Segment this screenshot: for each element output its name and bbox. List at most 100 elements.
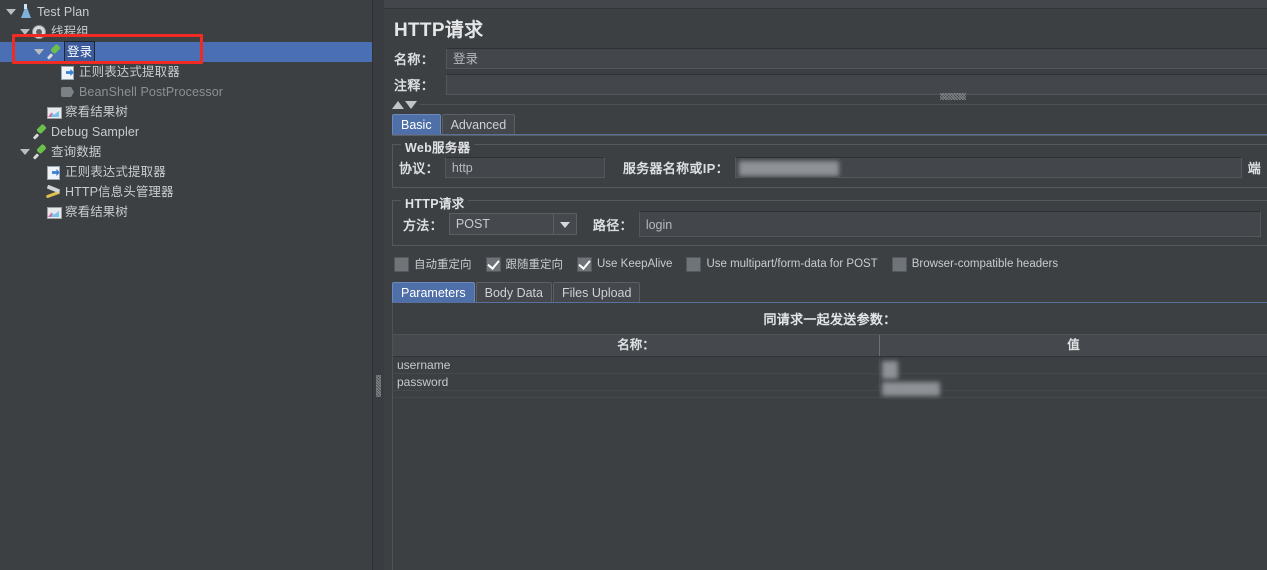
debug-sampler-icon bbox=[31, 124, 48, 140]
port-label: 端 bbox=[1247, 160, 1261, 176]
checkbox-box[interactable] bbox=[686, 256, 702, 272]
checkbox-label: 跟随重定向 bbox=[505, 259, 564, 271]
view-results-tree-icon bbox=[45, 204, 62, 220]
expand-toggle-icon[interactable] bbox=[18, 22, 31, 42]
http-sampler-icon bbox=[45, 44, 62, 60]
protocol-input[interactable]: http bbox=[444, 156, 605, 178]
tree-node-debug-sampler[interactable]: Debug Sampler bbox=[0, 122, 372, 142]
tree-node-label: BeanShell PostProcessor bbox=[79, 85, 224, 99]
expand-placeholder-icon bbox=[18, 122, 31, 142]
tree-node-regex-extractor-2[interactable]: 正则表达式提取器 bbox=[0, 162, 372, 182]
table-row[interactable]: password bbox=[393, 374, 1267, 396]
test-plan-tree-panel[interactable]: Test Plan 线程组 登录 正则表达式提取器 BeanShell Post… bbox=[0, 0, 372, 570]
name-input[interactable]: 登录 bbox=[446, 47, 1267, 69]
parameters-table: 同请求一起发送参数： 名称： 值 username password bbox=[392, 303, 1267, 570]
chevron-down-icon[interactable] bbox=[552, 214, 576, 234]
http-request-legend: HTTP请求 bbox=[401, 193, 469, 212]
cell-param-name[interactable]: password bbox=[393, 375, 880, 389]
checkbox-browser-compatible-headers[interactable]: Browser-compatible headers bbox=[891, 256, 1058, 272]
regex-extractor-icon bbox=[59, 64, 76, 80]
table-empty-row bbox=[393, 391, 1267, 398]
test-plan-icon bbox=[17, 4, 34, 20]
checkbox-use-multipart[interactable]: Use multipart/form-data for POST bbox=[686, 256, 878, 272]
web-server-group: Web服务器 协议： http 服务器名称或IP： 端 bbox=[392, 137, 1267, 188]
jmeter-window: Test Plan 线程组 登录 正则表达式提取器 BeanShell Post… bbox=[0, 0, 1267, 570]
name-field-row: 名称： 登录 bbox=[384, 46, 1267, 70]
method-path-row: 方法： POST 路径： login bbox=[399, 211, 1261, 237]
tree-list: Test Plan 线程组 登录 正则表达式提取器 BeanShell Post… bbox=[0, 0, 372, 222]
view-results-tree-icon bbox=[45, 104, 62, 120]
tree-node-query-data[interactable]: 查询数据 bbox=[0, 142, 372, 162]
checkbox-follow-redirects[interactable]: 跟随重定向 bbox=[485, 256, 564, 272]
method-label: 方法： bbox=[403, 217, 443, 233]
expand-placeholder-icon bbox=[32, 182, 45, 202]
expand-toggle-icon[interactable] bbox=[32, 42, 45, 62]
checkbox-label: 自动重定向 bbox=[414, 259, 472, 271]
method-value: POST bbox=[455, 217, 490, 231]
comment-label: 注释： bbox=[394, 77, 435, 93]
panel-topbar bbox=[384, 0, 1267, 9]
expand-placeholder-icon bbox=[32, 162, 45, 182]
header-manager-icon bbox=[45, 184, 62, 200]
tree-node-thread-group[interactable]: 线程组 bbox=[0, 22, 372, 42]
web-server-legend: Web服务器 bbox=[401, 137, 475, 156]
protocol-label: 协议： bbox=[399, 160, 439, 176]
tab-body-data[interactable]: Body Data bbox=[475, 282, 552, 303]
http-sampler-icon bbox=[31, 144, 48, 160]
tab-basic[interactable]: Basic bbox=[392, 114, 441, 135]
expand-toggle-icon[interactable] bbox=[18, 142, 31, 162]
cell-param-name[interactable]: username bbox=[393, 358, 880, 372]
expand-placeholder-icon bbox=[46, 82, 59, 102]
tab-files-upload[interactable]: Files Upload bbox=[552, 282, 641, 303]
method-select[interactable]: POST bbox=[448, 213, 577, 235]
table-filler-area bbox=[393, 398, 1267, 570]
comment-input[interactable] bbox=[446, 73, 1267, 95]
main-tab-strip[interactable]: Basic Advanced bbox=[392, 113, 1267, 136]
tree-node-test-plan[interactable]: Test Plan bbox=[0, 2, 372, 22]
table-header-row: 名称： 值 bbox=[393, 335, 1267, 357]
tree-node-header-manager[interactable]: HTTP信息头管理器 bbox=[0, 182, 372, 202]
checkbox-box[interactable] bbox=[394, 256, 409, 272]
path-label: 路径： bbox=[592, 217, 633, 233]
tab-advanced[interactable]: Advanced bbox=[441, 114, 516, 135]
column-header-name[interactable]: 名称： bbox=[393, 335, 880, 356]
column-header-value[interactable]: 值 bbox=[880, 335, 1267, 356]
parameter-tab-strip[interactable]: Parameters Body Data Files Upload bbox=[392, 282, 1267, 303]
checkbox-use-keepalive[interactable]: Use KeepAlive bbox=[577, 256, 673, 272]
tree-node-label: Debug Sampler bbox=[51, 125, 140, 139]
expand-placeholder-icon bbox=[32, 202, 45, 222]
web-server-row: 协议： http 服务器名称或IP： 端 bbox=[399, 155, 1261, 179]
server-name-input[interactable] bbox=[734, 156, 1242, 178]
tree-node-regex-extractor[interactable]: 正则表达式提取器 bbox=[0, 62, 372, 82]
tree-node-view-results-tree-1[interactable]: 察看结果树 bbox=[0, 102, 372, 122]
tree-node-label: 察看结果树 bbox=[65, 205, 129, 219]
horizontal-splitter-grip[interactable] bbox=[940, 93, 966, 100]
tree-node-view-results-tree-2[interactable]: 察看结果树 bbox=[0, 202, 372, 222]
splitter-grip[interactable] bbox=[376, 375, 381, 397]
tree-node-login-sampler[interactable]: 登录 bbox=[0, 41, 372, 63]
checkbox-label: Use KeepAlive bbox=[597, 258, 673, 270]
checkbox-auto-redirect[interactable]: 自动重定向 bbox=[394, 256, 472, 272]
tree-node-label: 正则表达式提取器 bbox=[79, 65, 180, 79]
checkbox-box[interactable] bbox=[485, 256, 501, 272]
page-title: HTTP请求 bbox=[394, 20, 484, 41]
collapse-expand-controls[interactable] bbox=[392, 99, 1267, 111]
table-row[interactable]: username bbox=[393, 357, 1267, 379]
expand-placeholder-icon bbox=[46, 62, 59, 82]
collapse-down-icon[interactable] bbox=[405, 101, 417, 109]
checkbox-box[interactable] bbox=[577, 256, 592, 272]
checkbox-label: Use multipart/form-data for POST bbox=[706, 258, 878, 270]
parameters-title: 同请求一起发送参数： bbox=[393, 303, 1267, 335]
path-input[interactable]: login bbox=[638, 211, 1261, 237]
tree-node-beanshell-postprocessor[interactable]: BeanShell PostProcessor bbox=[0, 82, 372, 102]
tree-node-label: 察看结果树 bbox=[65, 105, 129, 119]
tab-parameters[interactable]: Parameters bbox=[392, 282, 475, 303]
collapse-up-icon[interactable] bbox=[392, 101, 404, 109]
http-request-editor-panel: HTTP请求 名称： 登录 注释： Basic Advanced Web服务器 … bbox=[384, 0, 1267, 570]
regex-extractor-icon bbox=[45, 164, 62, 180]
checkbox-box[interactable] bbox=[891, 256, 907, 272]
server-name-label: 服务器名称或IP： bbox=[622, 160, 729, 176]
expand-toggle-icon[interactable] bbox=[4, 2, 17, 22]
http-request-group: HTTP请求 方法： POST 路径： login bbox=[392, 193, 1267, 246]
table-empty-cell bbox=[393, 391, 881, 397]
